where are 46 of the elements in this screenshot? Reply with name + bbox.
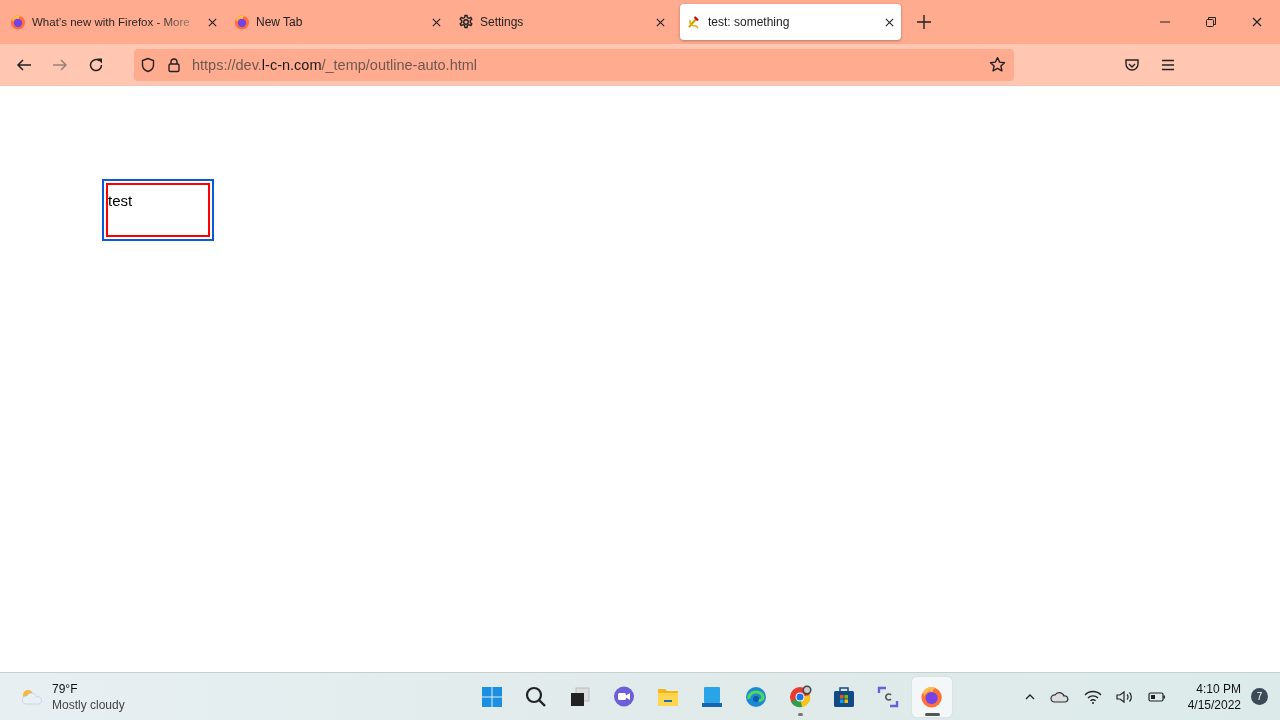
firefox-logo-icon bbox=[919, 684, 944, 709]
gear-icon bbox=[458, 14, 474, 30]
restore-icon[interactable] bbox=[1205, 16, 1217, 28]
url-text: https://dev.l-c-n.com/_temp/outline-auto.html bbox=[192, 56, 478, 73]
monitor-icon bbox=[699, 684, 724, 709]
tab-title: Settings bbox=[480, 15, 525, 29]
star-icon[interactable] bbox=[989, 56, 1006, 73]
speaker-icon[interactable] bbox=[1115, 689, 1134, 704]
forward-arrow-icon bbox=[52, 56, 68, 73]
close-icon[interactable] bbox=[207, 16, 218, 28]
browser-tab[interactable]: test: something bbox=[680, 4, 901, 40]
store-bag-icon bbox=[831, 684, 856, 709]
padlock-icon[interactable] bbox=[166, 56, 182, 73]
notification-badge[interactable]: 7 bbox=[1251, 688, 1268, 705]
edge-logo-icon bbox=[743, 684, 768, 709]
weather-condition: Mostly cloudy bbox=[52, 696, 125, 713]
snipping-tool-icon bbox=[875, 684, 900, 709]
tab-title: What’s new with Firefox - More bbox=[32, 16, 190, 28]
tab-title: New Tab bbox=[256, 15, 304, 29]
temperature-text: 79°F bbox=[52, 680, 79, 697]
browser-tab[interactable]: Settings bbox=[452, 4, 672, 40]
close-icon[interactable] bbox=[431, 16, 442, 28]
close-icon[interactable] bbox=[884, 16, 895, 28]
close-icon[interactable] bbox=[1251, 16, 1263, 28]
tab-title: test: something bbox=[708, 15, 791, 29]
taskbar-app-button[interactable] bbox=[911, 676, 952, 717]
firefox-logo-icon bbox=[234, 14, 250, 30]
chrome-logo-icon bbox=[787, 684, 812, 709]
reload-icon[interactable] bbox=[88, 56, 104, 73]
wifi-icon[interactable] bbox=[1083, 689, 1102, 704]
firefox-logo-icon bbox=[10, 14, 26, 30]
clock-button[interactable]: 4:10 PM 4/15/2022 bbox=[1187, 680, 1241, 713]
box-text: test bbox=[108, 192, 133, 209]
browser-tab[interactable]: New Tab bbox=[228, 4, 448, 40]
plus-icon[interactable] bbox=[917, 15, 931, 29]
pocket-icon[interactable] bbox=[1124, 56, 1140, 73]
battery-icon[interactable] bbox=[1147, 690, 1166, 703]
address-bar[interactable]: https://dev.l-c-n.com/_temp/outline-auto.html bbox=[134, 48, 1014, 81]
cloud-icon[interactable] bbox=[1049, 689, 1070, 704]
shield-icon[interactable] bbox=[140, 56, 156, 73]
close-icon[interactable] bbox=[655, 16, 666, 28]
search-icon bbox=[523, 684, 548, 709]
browser-tab[interactable]: What’s new with Firefox - More bbox=[4, 4, 224, 40]
windows-logo-icon bbox=[479, 684, 504, 709]
video-chat-icon bbox=[611, 684, 636, 709]
back-arrow-icon[interactable] bbox=[16, 56, 32, 73]
